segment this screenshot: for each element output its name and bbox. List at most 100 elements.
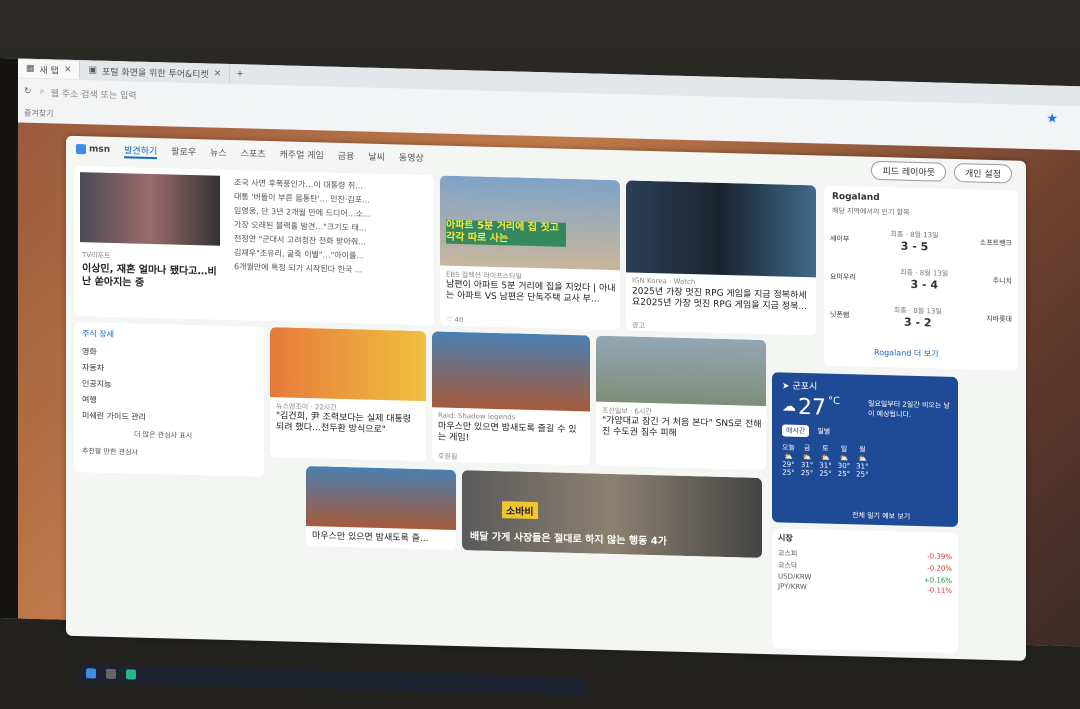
forecast-day: 토 ⛅ 31° 25° (819, 444, 832, 478)
more-interests-link[interactable]: 더 많은 관심사 표시 (134, 430, 192, 442)
kim-story-card[interactable]: 뉴스앤조이 · 22시간 "김건희, 尹 조력보다는 실제 대통령 되려 했다…… (270, 327, 426, 462)
close-icon[interactable]: × (64, 65, 72, 75)
story-source: Raid: Shadow legends (438, 411, 516, 422)
nav-item-discover[interactable]: 발견하기 (124, 142, 158, 159)
top-story-card[interactable]: TV리포트 이상민, 재혼 얼마나 됐다고…비난 쏟아지는 중 조국 사면 후폭… (74, 165, 434, 326)
msn-nav: 발견하기 팔로우 뉴스 스포츠 캐주얼 게임 금융 날씨 동영상 (124, 142, 424, 166)
score-date: 최종 · 8월 13일 (890, 229, 939, 240)
interest-item[interactable]: 영화 (82, 344, 146, 362)
weather-tabs: 매시간 일별 (782, 424, 834, 438)
nav-item-sports[interactable]: 스포츠 (241, 146, 266, 162)
team-home: 세이부 (830, 234, 850, 244)
weather-location[interactable]: ➤ 군포시 (782, 378, 817, 392)
weather-more-link[interactable]: 전체 일기 예보 보기 (852, 510, 910, 522)
tab-label: 포털 화면을 위한 투어&티켓 (102, 67, 209, 80)
story-title: 마우스만 있으면 밤새도록 즐... (312, 531, 429, 545)
windows-taskbar (78, 664, 586, 696)
forecast-row: 오늘 ⛅ 29° 25° 금 ⛅ 31° 25° 토 ⛅ 31° 25° 일 ⛅ 30° 25° 월 ⛅ 3… (782, 442, 869, 478)
scores-header[interactable]: Rogaland (832, 192, 880, 203)
monitor-screen: ▦ 새 탭 × ▣ 포털 화면을 위한 투어&티켓 × + ↻ ⌕ 웹 주소 검… (0, 58, 1080, 696)
ad-tag: 광고 (632, 321, 645, 330)
edge-icon[interactable] (126, 669, 136, 680)
interest-item[interactable]: 자동차 (82, 360, 146, 378)
tab-favicon-icon: ▣ (88, 65, 97, 76)
nav-item-video[interactable]: 동영상 (399, 150, 424, 166)
weather-unit: °C (828, 395, 840, 407)
nav-item-games[interactable]: 캐주얼 게임 (280, 147, 324, 163)
msn-logo-icon (76, 143, 86, 155)
raid-ad-card-bottom[interactable]: 마우스만 있으면 밤새도록 즐... (306, 466, 456, 550)
team-away: 소프트뱅크 (979, 238, 1012, 248)
sports-scores-card: Rogaland 해당 지역에서의 인기 항목 세이부 최종 · 8월 13일 … (824, 185, 1018, 371)
score-row[interactable]: 세이부 최종 · 8월 13일 3 - 5 소프트뱅크 (830, 220, 1012, 263)
story-source: IGN Korea · Watch (632, 276, 696, 287)
video-overlay-text: 소바비 (502, 501, 538, 520)
interest-item[interactable]: 미쉐린 가이드 관리 (82, 408, 146, 426)
tab-daily[interactable]: 일별 (813, 425, 834, 438)
flood-story-card[interactable]: 조선일보 · 6시간 "가양대교 잠긴 거 처음 본다" SNS로 전해진 수도… (596, 335, 766, 471)
top-story-image (80, 172, 220, 246)
delivery-story-card[interactable]: 소바비 배달 가게 사장들은 절대로 하지 않는 행동 4가 (462, 470, 762, 558)
personalize-button[interactable]: 개인 설정 (954, 162, 1012, 184)
address-placeholder: 웹 주소 검색 또는 입력 (50, 88, 137, 102)
score-list: 세이부 최종 · 8월 13일 3 - 5 소프트뱅크 요미우리 최종 · 8월… (830, 220, 1012, 339)
score-date: 최종 · 8월 13일 (900, 268, 949, 278)
raid-ad-card[interactable]: Raid: Shadow legends 마우스만 있으면 밤새도록 즐길 수 … (432, 331, 590, 466)
weather-alert: 일요일부터 2일간 비오는 날이 예상됩니다. (868, 399, 950, 419)
game-ad-card[interactable]: IGN Korea · Watch 2025년 가장 멋진 RPG 게임을 지금… (626, 180, 816, 336)
page-background: msn 발견하기 팔로우 뉴스 스포츠 캐주얼 게임 금융 날씨 동영상 피드 … (18, 122, 1080, 696)
story-title: 이상민, 재혼 얼마나 됐다고…비난 쏟아지는 중 (82, 263, 217, 289)
market-card[interactable]: 시장 코스피 -0.39% 코스닥 -0.20% USD/KRW +0.16% JPY… (772, 528, 958, 654)
score-date: 최종 · 8월 13일 (893, 305, 942, 316)
nav-item-news[interactable]: 뉴스 (210, 145, 227, 160)
weather-temp-group: ☁ 27 °C (782, 394, 840, 421)
team-away: 주니치 (992, 276, 1012, 286)
forecast-day: 금 ⛅ 31° 25° (800, 444, 814, 478)
weather-card[interactable]: ➤ 군포시 ☁ 27 °C 일요일부터 2일간 비오는 날이 예상됩니다. 매시… (772, 372, 958, 528)
team-home: 닛폰햄 (830, 310, 850, 320)
tab-favicon-icon: ▦ (26, 63, 35, 74)
edit-interests-link[interactable]: 추천할 만한 관심사 (82, 446, 138, 457)
kim-story-image (270, 327, 426, 402)
raid-ad-image (432, 331, 590, 412)
browser-tab[interactable]: ▦ 새 탭 × (18, 59, 81, 80)
interest-item[interactable]: 여행 (82, 392, 146, 410)
story-title: "가양대교 잠긴 거 처음 본다" SNS로 전해진 수도권 침수 피해 (602, 415, 762, 439)
forecast-day: 일 ⛅ 30° 25° (837, 445, 851, 479)
refresh-icon[interactable]: ↻ (24, 87, 32, 97)
interest-item[interactable]: 인공지능 (82, 376, 146, 394)
score-value: 3 - 5 (900, 239, 929, 253)
msn-top-actions: 피드 레이아웃 개인 설정 (871, 160, 1012, 184)
nav-item-finance[interactable]: 금융 (338, 148, 355, 163)
team-home: 요미우리 (830, 272, 856, 282)
search-icon: ⌕ (39, 87, 45, 98)
scores-subtitle: 해당 지역에서의 인기 항목 (832, 206, 910, 217)
close-icon[interactable]: × (214, 69, 222, 79)
story-title: 남편이 아파트 5분 거리에 집을 지었다 | 아내는 아파트 VS 남편은 단… (446, 279, 616, 305)
score-row[interactable]: 닛폰햄 최종 · 8월 13일 3 - 2 지바롯데 (830, 296, 1012, 339)
scores-more-link[interactable]: Rogaland 더 보기 (874, 347, 939, 360)
nav-item-weather[interactable]: 날씨 (368, 149, 385, 164)
team-away: 지바롯데 (986, 314, 1012, 324)
search-icon[interactable] (106, 668, 116, 680)
feed-layout-button[interactable]: 피드 레이아웃 (871, 160, 947, 182)
game-ad-image (626, 180, 816, 278)
ad-tag: 후원됨 (438, 452, 458, 461)
nav-item-follow[interactable]: 팔로우 (171, 144, 196, 160)
story-title: 2025년 가장 멋진 RPG 게임을 지금 정복하세요2025년 가장 멋진 … (632, 286, 807, 313)
forecast-day: 오늘 ⛅ 29° 25° (782, 443, 795, 477)
forecast-day: 월 ⛅ 31° 25° (856, 445, 869, 479)
favorite-star-icon[interactable]: ★ (1046, 111, 1058, 126)
score-row[interactable]: 요미우리 최종 · 8월 13일 3 - 4 주니치 (830, 258, 1012, 301)
favorites-label[interactable]: 즐겨찾기 (24, 109, 53, 119)
msn-logo[interactable]: msn (76, 143, 110, 155)
like-count[interactable]: ♡ 40 (446, 316, 463, 324)
new-tab-button[interactable]: + (230, 69, 250, 80)
start-icon[interactable] (86, 668, 96, 679)
location-pin-icon: ➤ (782, 381, 790, 392)
sidebar-title[interactable]: 주식 장세 (82, 328, 114, 340)
flood-story-image (596, 335, 766, 407)
tab-hourly[interactable]: 매시간 (782, 424, 810, 438)
apartment-story-card[interactable]: 아파트 5분 거리에 집 짓고 각각 따로 사는 EBS 컬렉션 라이프스타일 … (440, 175, 620, 331)
story-source: TV리포트 (82, 251, 111, 260)
